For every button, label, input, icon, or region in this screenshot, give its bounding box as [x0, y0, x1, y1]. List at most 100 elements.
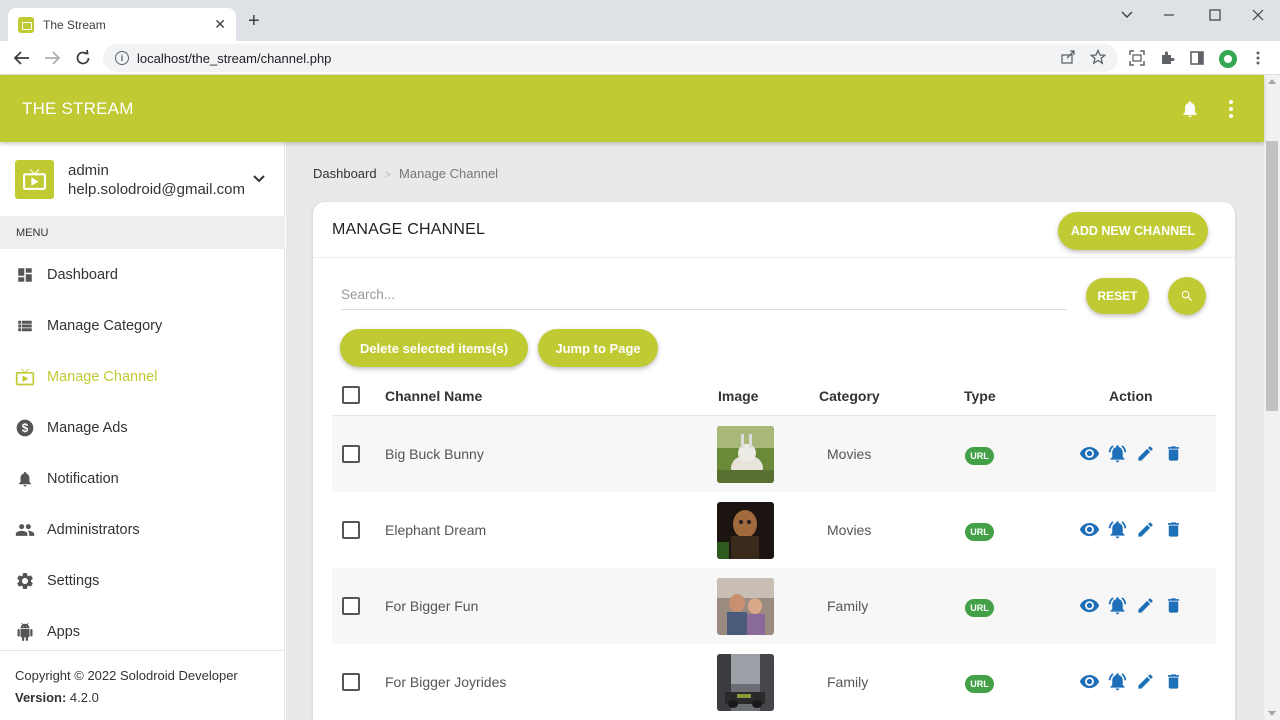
sidebar-item-label: Manage Channel — [47, 368, 158, 385]
browser-tab-bar: The Stream ✕ + — [0, 0, 1280, 41]
row-actions — [1079, 443, 1184, 464]
notification-alert-icon[interactable] — [1107, 671, 1128, 692]
delete-icon[interactable] — [1163, 671, 1184, 692]
channel-thumbnail[interactable] — [717, 502, 774, 559]
row-checkbox[interactable] — [342, 597, 360, 615]
page-title: MANAGE CHANNEL — [332, 221, 486, 238]
notification-alert-icon[interactable] — [1107, 443, 1128, 464]
view-icon[interactable] — [1079, 671, 1100, 692]
version-value: 4.2.0 — [69, 690, 99, 705]
column-header-type[interactable]: Type — [964, 388, 996, 404]
edit-icon[interactable] — [1135, 443, 1156, 464]
select-all-checkbox[interactable] — [342, 386, 360, 404]
site-info-icon[interactable]: i — [115, 51, 129, 65]
table-row: Elephant Dream Movies URL — [332, 492, 1216, 568]
column-header-image: Image — [718, 388, 759, 404]
sidebar-item-manage-channel[interactable]: Manage Channel — [0, 351, 285, 402]
search-input[interactable] — [341, 280, 1067, 310]
dollar-icon: $ — [15, 418, 35, 438]
add-channel-button[interactable]: ADD NEW CHANNEL — [1058, 212, 1208, 250]
sidebar-item-label: Settings — [47, 572, 100, 589]
category-value: Family — [827, 598, 869, 614]
user-info[interactable]: admin help.solodroid@gmail.com — [0, 142, 285, 216]
category-value: Family — [827, 674, 869, 690]
sidebar-item-manage-ads[interactable]: $ Manage Ads — [0, 402, 285, 453]
user-name: admin — [68, 162, 109, 179]
back-icon[interactable] — [13, 49, 31, 67]
bookmark-star-icon[interactable] — [1090, 49, 1106, 65]
sidebar-item-notification[interactable]: Notification — [0, 453, 285, 504]
more-vert-icon[interactable] — [1227, 99, 1235, 119]
edit-icon[interactable] — [1135, 671, 1156, 692]
breadcrumb-home[interactable]: Dashboard — [313, 166, 377, 181]
menu-header: MENU — [0, 216, 285, 249]
scroll-up-arrow[interactable] — [1268, 79, 1276, 84]
row-checkbox[interactable] — [342, 673, 360, 691]
chevron-down-icon[interactable] — [252, 174, 266, 184]
row-checkbox[interactable] — [342, 445, 360, 463]
sidebar-item-administrators[interactable]: Administrators — [0, 504, 285, 555]
version-label: Version: — [15, 690, 67, 705]
app-title[interactable]: THE STREAM — [22, 99, 134, 119]
channel-name: Big Buck Bunny — [385, 446, 484, 462]
sidebar-item-label: Apps — [47, 623, 81, 640]
scrollbar-thumb[interactable] — [1266, 141, 1278, 411]
tv-icon — [15, 367, 35, 387]
extensions-icon[interactable] — [1159, 50, 1175, 66]
user-email: help.solodroid@gmail.com — [68, 181, 245, 198]
side-panel-icon[interactable] — [1189, 50, 1205, 66]
chrome-menu-icon[interactable] — [1250, 50, 1266, 66]
column-header-category[interactable]: Category — [819, 388, 880, 404]
android-icon — [15, 622, 35, 642]
edit-icon[interactable] — [1135, 595, 1156, 616]
reload-icon[interactable] — [74, 49, 92, 67]
notification-alert-icon[interactable] — [1107, 595, 1128, 616]
maximize-icon[interactable] — [1208, 8, 1222, 22]
delete-icon[interactable] — [1163, 519, 1184, 540]
delete-icon[interactable] — [1163, 595, 1184, 616]
search-button[interactable] — [1168, 277, 1206, 315]
sidebar-item-settings[interactable]: Settings — [0, 555, 285, 606]
tab-favicon-icon — [18, 16, 34, 33]
channel-thumbnail[interactable] — [717, 426, 774, 483]
bell-icon[interactable] — [1180, 99, 1200, 119]
edit-icon[interactable] — [1135, 519, 1156, 540]
channel-table: Channel Name Image Category Type Action … — [332, 376, 1216, 720]
window-close-icon[interactable] — [1251, 8, 1265, 22]
breadcrumb-separator: > — [384, 169, 392, 181]
channel-thumbnail[interactable] — [717, 654, 774, 711]
sidebar: admin help.solodroid@gmail.com MENU Dash… — [0, 142, 285, 720]
minimize-icon[interactable] — [1162, 8, 1176, 22]
view-icon[interactable] — [1079, 519, 1100, 540]
row-checkbox[interactable] — [342, 521, 360, 539]
tab-close-icon[interactable]: ✕ — [214, 16, 226, 33]
delete-icon[interactable] — [1163, 443, 1184, 464]
scroll-down-arrow[interactable] — [1268, 711, 1276, 716]
tv-logo-icon — [23, 169, 46, 190]
table-row: For Bigger Fun Family URL — [332, 568, 1216, 644]
svg-text:$: $ — [22, 422, 29, 435]
channel-name: For Bigger Fun — [385, 598, 479, 614]
profile-avatar[interactable] — [1219, 50, 1237, 68]
version-info: Version: 4.2.0 — [15, 687, 285, 709]
row-actions — [1079, 595, 1184, 616]
delete-selected-button[interactable]: Delete selected items(s) — [340, 329, 528, 367]
forward-icon[interactable] — [43, 49, 61, 67]
sidebar-item-dashboard[interactable]: Dashboard — [0, 249, 285, 300]
channel-thumbnail[interactable] — [717, 578, 774, 635]
reset-button[interactable]: RESET — [1086, 278, 1149, 314]
view-icon[interactable] — [1079, 595, 1100, 616]
share-icon[interactable] — [1060, 49, 1076, 65]
address-bar[interactable]: i localhost/the_stream/channel.php — [103, 44, 1118, 72]
new-tab-button[interactable]: + — [248, 11, 260, 31]
screenshot-icon[interactable] — [1129, 50, 1145, 66]
jump-to-page-button[interactable]: Jump to Page — [538, 329, 658, 367]
chevron-down-icon[interactable] — [1120, 8, 1134, 22]
sidebar-item-manage-category[interactable]: Manage Category — [0, 300, 285, 351]
page-scrollbar[interactable] — [1264, 75, 1280, 720]
view-icon[interactable] — [1079, 443, 1100, 464]
browser-tab[interactable]: The Stream ✕ — [8, 8, 236, 41]
bell-icon — [15, 469, 35, 489]
column-header-name[interactable]: Channel Name — [385, 388, 482, 404]
notification-alert-icon[interactable] — [1107, 519, 1128, 540]
